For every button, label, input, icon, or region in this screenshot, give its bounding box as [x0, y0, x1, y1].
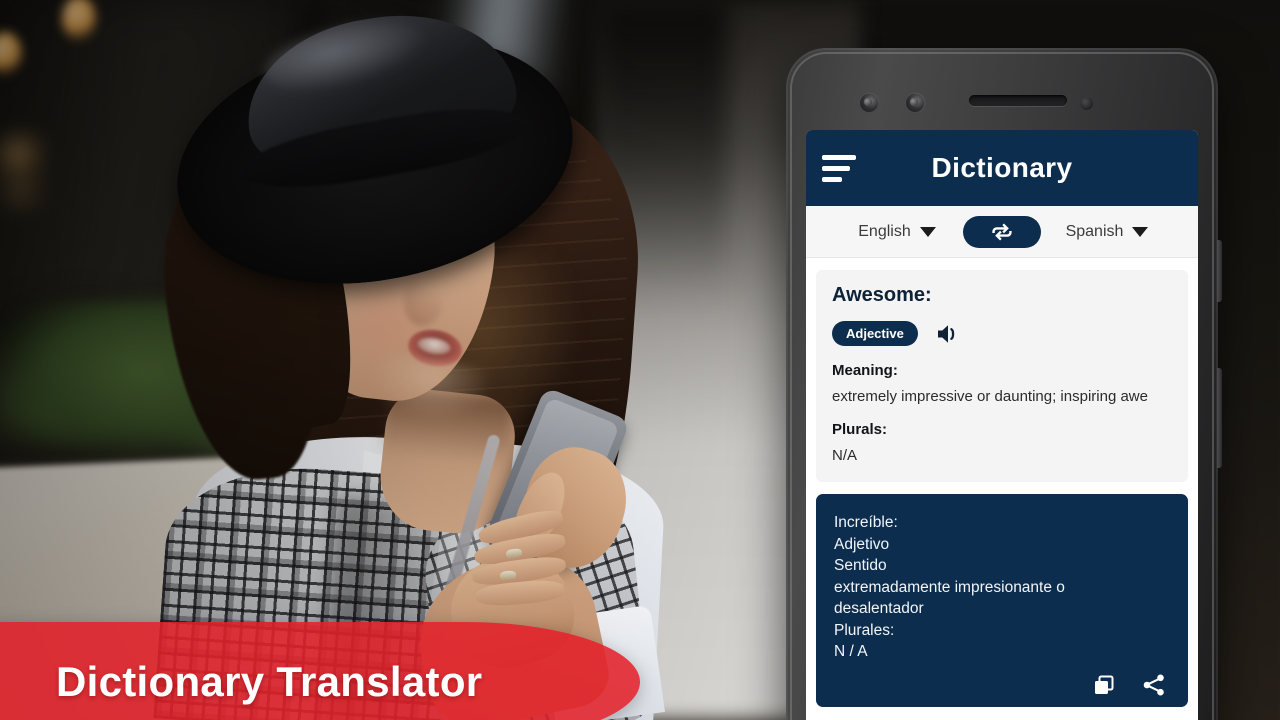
bokeh-light: [0, 138, 40, 174]
front-camera-icon: [904, 92, 926, 114]
share-icon: [1143, 674, 1164, 695]
meaning-value: extremely impressive or daunting; inspir…: [832, 388, 1148, 405]
translation-text: Increíble: Adjetivo Sentido extremadamen…: [834, 514, 1065, 660]
promo-banner: Dictionary Translator: [0, 622, 640, 720]
translation-card: Increíble: Adjetivo Sentido extremadamen…: [816, 494, 1188, 707]
front-camera-icon: [858, 92, 880, 114]
phone-top-bezel: [786, 48, 1218, 130]
promo-banner-title: Dictionary Translator: [56, 658, 483, 705]
translation-actions: [834, 673, 1170, 697]
part-of-speech-badge: Adjective: [832, 321, 918, 346]
earpiece-speaker-icon: [969, 95, 1067, 106]
phone-screen: Dictionary English Spanish Awesome: Adje…: [806, 130, 1198, 720]
swap-languages-button[interactable]: [963, 215, 1041, 248]
copy-button[interactable]: [1092, 673, 1116, 697]
meaning-label: Meaning:: [832, 362, 898, 379]
phone-volume-button[interactable]: [1217, 368, 1222, 468]
speaker-volume-icon: [937, 324, 955, 343]
copy-icon: [1095, 675, 1114, 694]
source-language-label: English: [858, 222, 911, 240]
phone-power-button[interactable]: [1217, 240, 1222, 302]
pronounce-button[interactable]: [936, 323, 962, 345]
target-language-label: Spanish: [1065, 222, 1124, 240]
word-heading: Awesome:: [832, 284, 932, 306]
source-language-selector[interactable]: English: [845, 223, 949, 241]
app-bar: Dictionary: [806, 130, 1198, 206]
hamburger-menu-icon[interactable]: [822, 154, 866, 182]
plurals-value: N/A: [832, 447, 858, 464]
share-button[interactable]: [1142, 673, 1166, 697]
bokeh-light: [5, 178, 39, 204]
part-of-speech-row: Adjective: [832, 321, 1172, 346]
word-definition-card: Awesome: Adjective Meaning: extremely im…: [816, 270, 1188, 482]
phone-mockup: Dictionary English Spanish Awesome: Adje…: [786, 48, 1222, 720]
swap-arrows-icon: [992, 223, 1012, 240]
chevron-down-icon: [1132, 226, 1149, 237]
plurals-label: Plurals:: [832, 421, 888, 438]
chevron-down-icon: [919, 226, 936, 237]
language-selector-bar: English Spanish: [806, 206, 1198, 258]
proximity-sensor-icon: [1080, 97, 1093, 110]
target-language-selector[interactable]: Spanish: [1055, 223, 1159, 241]
